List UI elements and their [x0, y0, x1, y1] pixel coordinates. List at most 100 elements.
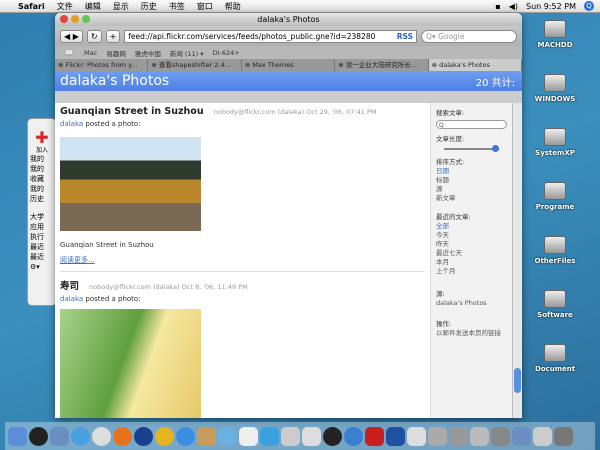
post-photo[interactable]	[60, 137, 201, 231]
menu-help[interactable]: 帮助	[225, 1, 241, 12]
panel-item[interactable]: 最近	[28, 242, 56, 252]
source-link[interactable]: dalaka's Photos	[436, 299, 507, 308]
ichat-icon[interactable]	[176, 426, 195, 446]
finder-icon[interactable]	[8, 426, 27, 446]
desktop-drive[interactable]: OtherFiles	[530, 236, 580, 265]
app-icon[interactable]	[512, 426, 531, 446]
back-button[interactable]: ◀ ▶	[60, 29, 83, 43]
desktop-drive[interactable]: SystemXP	[530, 128, 580, 157]
bookmarks-icon[interactable]: 📖	[65, 49, 73, 57]
recent-month[interactable]: 本月	[436, 258, 507, 267]
safari-icon[interactable]	[71, 426, 90, 446]
desktop-drive[interactable]: WINDOWS	[530, 74, 580, 103]
tab-active[interactable]: ⊗ dalaka's Photos	[428, 59, 522, 71]
qq-icon[interactable]	[323, 426, 342, 446]
panel-item[interactable]: 我的	[28, 164, 56, 174]
read-more-link[interactable]: 阅读更多...	[60, 255, 425, 265]
menu-bookmarks[interactable]: 书签	[169, 1, 185, 12]
address-bar[interactable]: feed://api.flickr.com/services/feeds/pho…	[124, 29, 417, 43]
itunes-icon[interactable]	[218, 426, 237, 446]
add-bookmark-button[interactable]: +	[105, 29, 121, 43]
app-icon[interactable]	[428, 426, 447, 446]
menu-app[interactable]: Safari	[18, 2, 45, 11]
bookmark-item[interactable]: 易趣网	[106, 48, 126, 58]
panel-item[interactable]: 我的	[28, 154, 56, 164]
menu-file[interactable]: 文件	[57, 1, 73, 12]
desktop-drive[interactable]: Software	[530, 290, 580, 319]
tab[interactable]: ⊗ Flickr: Photos from y...	[55, 59, 149, 71]
tab[interactable]: ⊗ 读一企业大陆研究所长...	[335, 59, 429, 71]
system-prefs-icon[interactable]	[281, 426, 300, 446]
recent-today[interactable]: 今天	[436, 231, 507, 240]
tab[interactable]: ⊗ Max Themes	[242, 59, 336, 71]
panel-item[interactable]: 收藏	[28, 174, 56, 184]
flag-icon[interactable]: ▪	[495, 2, 500, 11]
minimize-button[interactable]	[71, 15, 79, 23]
firefox-icon[interactable]	[113, 426, 132, 446]
app-icon[interactable]	[386, 426, 405, 446]
sort-new[interactable]: 新文章	[436, 194, 507, 203]
recent-week[interactable]: 最近七天	[436, 249, 507, 258]
tab[interactable]: ⊗ 查看shapeshifter 2.4...	[148, 59, 242, 71]
author-link[interactable]: dalaka	[60, 120, 83, 128]
desktop-drive[interactable]: MACHDD	[530, 20, 580, 49]
length-slider[interactable]	[436, 145, 507, 152]
menu-window[interactable]: 窗口	[197, 1, 213, 12]
post-title[interactable]: Guanqian Street in Suzhou	[60, 106, 204, 117]
bookmark-item[interactable]: DI-624+	[213, 49, 240, 57]
close-button[interactable]	[60, 15, 68, 23]
post-title[interactable]: 寿司	[60, 278, 79, 292]
scrollbar[interactable]	[512, 103, 522, 418]
panel-item[interactable]: 应用	[28, 222, 56, 232]
mail-icon[interactable]	[50, 426, 69, 446]
sort-source[interactable]: 源	[436, 185, 507, 194]
panel-item[interactable]: 执行	[28, 232, 56, 242]
sort-date[interactable]: 日期	[436, 167, 507, 176]
quicktime-icon[interactable]	[260, 426, 279, 446]
reload-button[interactable]: ↻	[86, 29, 102, 43]
ical-icon[interactable]	[239, 426, 258, 446]
printer-icon[interactable]	[302, 426, 321, 446]
app-icon[interactable]	[470, 426, 489, 446]
recent-yesterday[interactable]: 昨天	[436, 240, 507, 249]
app-icon[interactable]	[407, 426, 426, 446]
bookmark-item[interactable]: 新闻 (11) ▾	[170, 48, 204, 58]
app-icon[interactable]	[533, 426, 552, 446]
trash-icon[interactable]	[554, 426, 573, 446]
rss-button[interactable]: RSS	[394, 31, 416, 42]
menu-edit[interactable]: 编辑	[85, 1, 101, 12]
menu-view[interactable]: 显示	[113, 1, 129, 12]
panel-item[interactable]: 最近	[28, 252, 56, 262]
app-icon[interactable]	[92, 426, 111, 446]
msn-icon[interactable]	[344, 426, 363, 446]
zoom-button[interactable]	[82, 15, 90, 23]
recent-last-month[interactable]: 上个月	[436, 267, 507, 276]
bookmark-item[interactable]: .Mac	[82, 49, 97, 57]
gear-icon[interactable]: ⚙▾	[28, 262, 56, 272]
article-search-input[interactable]: Q	[436, 120, 507, 129]
add-icon[interactable]: ✚	[28, 130, 56, 146]
author-link[interactable]: dalaka	[60, 295, 83, 303]
panel-item[interactable]: 大学	[28, 212, 56, 222]
recent-all[interactable]: 全部	[436, 222, 507, 231]
volume-icon[interactable]: ◀)	[509, 2, 518, 11]
app-icon[interactable]	[449, 426, 468, 446]
clock[interactable]: Sun 9:52 PM	[526, 2, 576, 11]
address-book-icon[interactable]	[197, 426, 216, 446]
post-photo[interactable]	[60, 309, 201, 418]
sort-title[interactable]: 标题	[436, 176, 507, 185]
google-earth-icon[interactable]	[134, 426, 153, 446]
bookmark-item[interactable]: 雅虎中国	[135, 48, 161, 58]
spotlight-icon[interactable]: Q	[584, 1, 594, 11]
search-input[interactable]: Q▾ Google	[421, 29, 517, 43]
desktop-drive[interactable]: Document	[530, 344, 580, 373]
panel-add-label[interactable]: 加入	[28, 145, 56, 154]
dashboard-icon[interactable]	[29, 426, 48, 446]
email-link[interactable]: 以邮件发送本页的链接	[436, 329, 507, 338]
app-icon[interactable]	[491, 426, 510, 446]
desktop-drive[interactable]: Programe	[530, 182, 580, 211]
panel-item[interactable]: 历史	[28, 194, 56, 204]
flash-icon[interactable]	[155, 426, 174, 446]
menu-history[interactable]: 历史	[141, 1, 157, 12]
panel-item[interactable]: 我的	[28, 184, 56, 194]
